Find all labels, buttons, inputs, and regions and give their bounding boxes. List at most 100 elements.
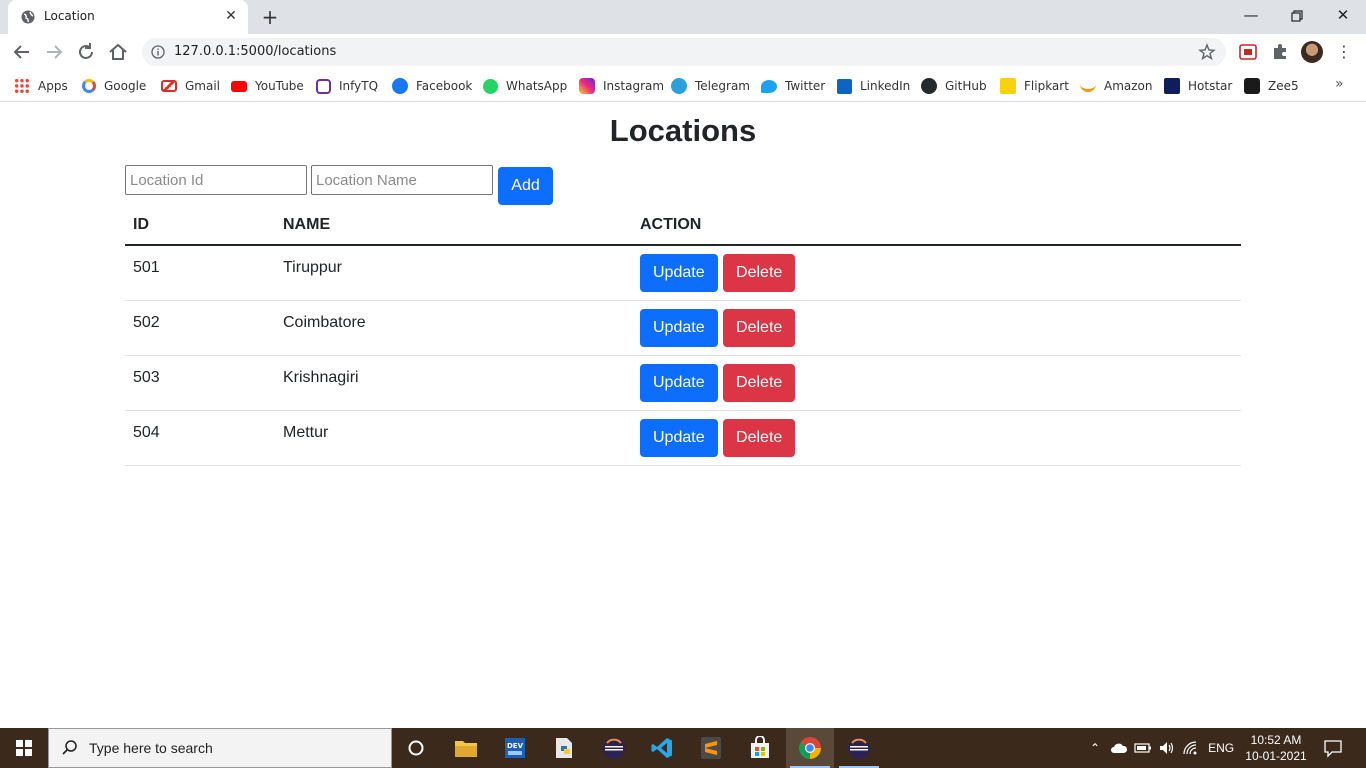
eclipse-icon[interactable] (590, 728, 638, 768)
infytq-icon (316, 78, 331, 94)
reload-icon[interactable] (74, 40, 98, 64)
eclipse-logo-icon (603, 737, 625, 759)
add-button[interactable]: Add (498, 167, 553, 205)
home-icon[interactable] (106, 40, 130, 64)
bookmark-telegram[interactable]: Telegram (671, 76, 750, 96)
volume-icon[interactable] (1158, 740, 1176, 756)
delete-button[interactable]: Delete (723, 363, 796, 402)
bookmark-flipkart[interactable]: Flipkart (1000, 76, 1069, 96)
svg-text:DEV: DEV (507, 742, 524, 750)
location-id-input[interactable] (125, 165, 307, 195)
close-tab-icon[interactable]: ✕ (222, 7, 240, 25)
notifications-icon[interactable] (1323, 738, 1343, 758)
restore-icon[interactable] (1274, 0, 1320, 32)
microsoft-store-icon[interactable] (736, 728, 784, 768)
bookmark-linkedin[interactable]: LinkedIn (837, 76, 910, 96)
bookmark-label: Flipkart (1024, 79, 1069, 93)
show-hidden-icons-chevron-icon[interactable]: ⌃ (1090, 741, 1100, 755)
sublime-text-icon[interactable] (687, 728, 735, 768)
search-icon (62, 740, 77, 755)
wifi-icon[interactable] (1182, 740, 1200, 756)
location-name-cell: Tiruppur (275, 245, 632, 301)
bookmark-instagram[interactable]: Instagram (579, 76, 664, 96)
bookmark-zee5[interactable]: Zee5 (1244, 76, 1299, 96)
file-explorer-icon[interactable] (442, 728, 490, 768)
bookmark-infytq[interactable]: InfyTQ (316, 76, 378, 96)
whatsapp-icon (483, 78, 498, 94)
bookmark-youtube[interactable]: YouTube (231, 76, 304, 96)
python-file-icon (556, 738, 572, 758)
bookmark-label: Google (104, 79, 147, 93)
search-placeholder: Type here to search (89, 740, 213, 756)
update-button[interactable]: Update (640, 363, 718, 402)
close-window-icon[interactable]: ✕ (1320, 0, 1366, 32)
linkedin-icon (837, 78, 852, 94)
delete-button[interactable]: Delete (723, 254, 796, 292)
bookmark-amazon[interactable]: Amazon (1080, 76, 1153, 96)
folder-icon (455, 741, 477, 757)
tab-title: Location (44, 9, 95, 23)
bookmark-label: Zee5 (1268, 79, 1299, 93)
onedrive-cloud-icon[interactable] (1110, 742, 1128, 754)
clock-time: 10:52 AM (1250, 733, 1302, 747)
python-idle-icon[interactable] (540, 728, 588, 768)
new-tab-icon[interactable]: + (258, 6, 282, 28)
bookmark-apps[interactable]: Apps (14, 76, 68, 96)
dev-cpp-icon[interactable]: DEV (491, 728, 539, 768)
instagram-icon (579, 78, 595, 94)
profile-avatar[interactable] (1301, 41, 1323, 63)
more-bookmarks-chevron-icon[interactable]: » (1335, 76, 1344, 92)
extensions-puzzle-icon[interactable] (1270, 42, 1290, 62)
vscode-icon[interactable] (638, 728, 686, 768)
minimize-icon[interactable]: — (1228, 0, 1274, 32)
bookmark-hotstar[interactable]: Hotstar (1164, 76, 1232, 96)
delete-button[interactable]: Delete (723, 308, 796, 347)
update-button[interactable]: Update (640, 418, 718, 457)
info-icon[interactable] (151, 45, 165, 59)
action-cell: Update Delete (632, 300, 1241, 356)
eclipse-running-icon[interactable] (835, 728, 883, 768)
bookmark-label: InfyTQ (339, 79, 379, 93)
address-bar[interactable]: 127.0.0.1:5000/locations (142, 38, 1226, 66)
bookmark-twitter[interactable]: Twitter (761, 76, 825, 96)
amazon-icon (1080, 80, 1096, 92)
facebook-icon (392, 78, 408, 94)
bookmark-label: Facebook (416, 79, 473, 93)
bookmark-star-icon[interactable] (1198, 43, 1216, 61)
forward-arrow-icon[interactable] (42, 40, 66, 64)
cortana-icon[interactable] (392, 728, 440, 768)
browser-tab[interactable]: Location ✕ (8, 0, 248, 34)
back-arrow-icon[interactable] (10, 40, 34, 64)
table-row: 504 Mettur Update Delete (125, 410, 1241, 466)
locations-table: ID NAME ACTION 501 Tiruppur Update Delet… (125, 206, 1241, 466)
location-id-cell: 504 (125, 410, 275, 466)
bookmark-github[interactable]: GitHub (921, 76, 987, 96)
language-indicator[interactable]: ENG (1208, 741, 1234, 755)
bookmark-label: Telegram (695, 79, 750, 93)
chrome-taskbar-icon[interactable] (786, 728, 834, 768)
bookmarks-bar: Apps Google Gmail YouTube InfyTQ Faceboo… (0, 70, 1366, 102)
update-button[interactable]: Update (640, 254, 718, 292)
system-clock[interactable]: 10:52 AM 10-01-2021 (1238, 732, 1314, 764)
column-header-action: ACTION (632, 206, 1241, 246)
bookmark-facebook[interactable]: Facebook (392, 76, 472, 96)
bookmark-label: Gmail (185, 79, 221, 93)
bookmark-whatsapp[interactable]: WhatsApp (483, 76, 567, 96)
location-name-input[interactable] (311, 165, 493, 195)
bookmark-google[interactable]: Google (82, 76, 146, 96)
eclipse-logo-icon (848, 737, 870, 759)
bookmark-label: Apps (38, 79, 68, 93)
github-icon (921, 78, 937, 94)
delete-button[interactable]: Delete (723, 418, 796, 457)
action-cell: Update Delete (632, 355, 1241, 411)
shopping-bag-icon (751, 736, 769, 758)
taskbar-search-box[interactable]: Type here to search (48, 728, 392, 768)
menu-kebab-icon[interactable]: ⋮ (1336, 42, 1352, 62)
location-name-cell: Krishnagiri (275, 355, 632, 411)
extension-pocket-icon[interactable] (1238, 42, 1258, 62)
windows-start-icon[interactable] (0, 728, 48, 768)
battery-icon[interactable] (1134, 742, 1152, 754)
youtube-icon (231, 80, 247, 92)
bookmark-gmail[interactable]: Gmail (161, 76, 220, 96)
update-button[interactable]: Update (640, 308, 718, 347)
